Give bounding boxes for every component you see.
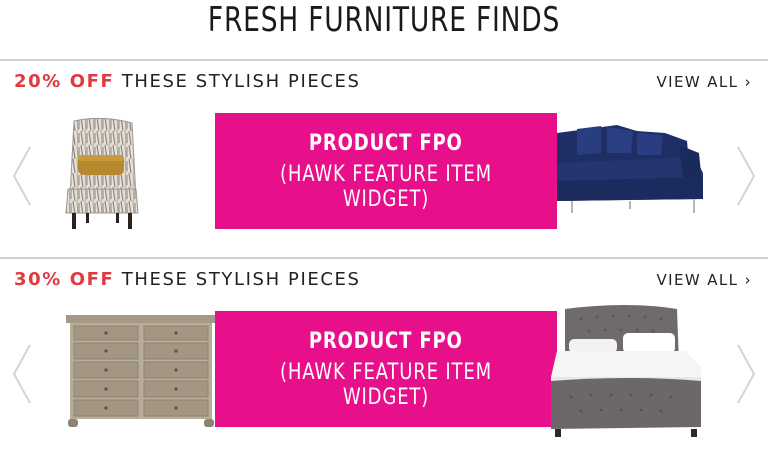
blue-sectional-sofa-image[interactable]: [557, 123, 705, 217]
carousel-next-button[interactable]: [734, 343, 758, 405]
chevron-right-icon: ›: [744, 271, 752, 289]
product-fpo-widget[interactable]: PRODUCT FPO (HAWK FEATURE ITEM WIDGET): [215, 311, 557, 427]
promo-section-20-off: 20% OFF THESE STYLISH PIECES VIEW ALL ›: [0, 61, 768, 257]
promo-subtitle: (HAWK FEATURE ITEM WIDGET): [279, 161, 493, 212]
discount-label: 30% OFF: [14, 269, 115, 290]
page-title: FRESH FURNITURE FINDS: [207, 0, 561, 40]
chevron-right-icon: ›: [744, 73, 752, 91]
section-heading: 20% OFF THESE STYLISH PIECES: [14, 71, 361, 92]
section-heading-text: THESE STYLISH PIECES: [121, 71, 361, 92]
promo-title: PRODUCT FPO: [309, 130, 463, 156]
carousel-next-button[interactable]: [734, 145, 758, 207]
view-all-label: VIEW ALL: [656, 271, 739, 289]
product-fpo-widget[interactable]: PRODUCT FPO (HAWK FEATURE ITEM WIDGET): [215, 113, 557, 229]
view-all-link[interactable]: VIEW ALL ›: [656, 73, 752, 91]
view-all-label: VIEW ALL: [656, 73, 739, 91]
discount-label: 20% OFF: [14, 71, 115, 92]
section-heading-text: THESE STYLISH PIECES: [121, 269, 361, 290]
chevron-left-icon: [12, 344, 31, 404]
promo-subtitle: (HAWK FEATURE ITEM WIDGET): [279, 359, 493, 410]
carousel-prev-button[interactable]: [10, 145, 34, 207]
wood-dresser-image[interactable]: [66, 315, 216, 427]
accent-chair-image[interactable]: [64, 117, 140, 231]
chevron-right-icon: [737, 344, 756, 404]
promo-title: PRODUCT FPO: [309, 328, 463, 354]
chevron-left-icon: [12, 146, 31, 206]
section-heading: 30% OFF THESE STYLISH PIECES: [14, 269, 361, 290]
view-all-link[interactable]: VIEW ALL ›: [656, 271, 752, 289]
carousel-prev-button[interactable]: [10, 343, 34, 405]
tufted-grey-bed-image[interactable]: [551, 305, 703, 439]
chevron-right-icon: [737, 146, 756, 206]
promo-section-30-off: 30% OFF THESE STYLISH PIECES VIEW ALL ›: [0, 259, 768, 455]
